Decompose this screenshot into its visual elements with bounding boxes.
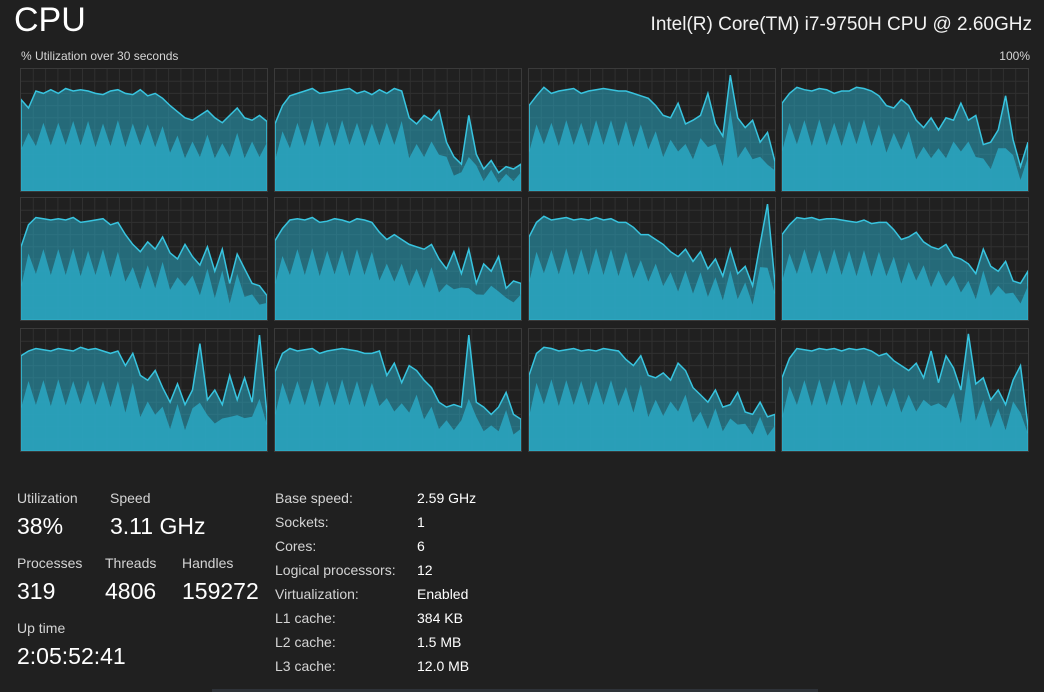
handles-label: Handles bbox=[182, 555, 234, 571]
cpu-graph-6[interactable] bbox=[528, 197, 776, 321]
speed-value: 3.11 GHz bbox=[110, 513, 206, 539]
cpu-graph-svg bbox=[782, 69, 1028, 191]
cpu-graph-svg bbox=[21, 198, 267, 320]
spec-label-base-speed: Base speed: bbox=[275, 490, 353, 506]
handles-value: 159272 bbox=[182, 578, 259, 604]
cpu-graph-3[interactable] bbox=[781, 68, 1029, 192]
threads-label: Threads bbox=[105, 555, 157, 571]
utilization-value: 38% bbox=[17, 513, 64, 539]
spec-value-logical-processors: 12 bbox=[417, 562, 433, 578]
cpu-graph-svg bbox=[529, 198, 775, 320]
spec-label-virtualization: Virtualization: bbox=[275, 586, 359, 602]
cpu-graph-svg bbox=[275, 198, 521, 320]
spec-value-l1-cache: 384 KB bbox=[417, 610, 463, 626]
cpu-graph-9[interactable] bbox=[274, 328, 522, 452]
cpu-graph-4[interactable] bbox=[20, 197, 268, 321]
utilization-label: Utilization bbox=[17, 490, 78, 506]
cpu-graph-11[interactable] bbox=[781, 328, 1029, 452]
speed-label: Speed bbox=[110, 490, 151, 506]
uptime-label: Up time bbox=[17, 620, 66, 636]
spec-label-l3-cache: L3 cache: bbox=[275, 658, 336, 674]
spec-value-cores: 6 bbox=[417, 538, 425, 554]
spec-label-l2-cache: L2 cache: bbox=[275, 634, 336, 650]
uptime-value: 2:05:52:41 bbox=[17, 643, 126, 669]
cpu-graph-7[interactable] bbox=[781, 197, 1029, 321]
processes-value: 319 bbox=[17, 578, 56, 604]
spec-value-l3-cache: 12.0 MB bbox=[417, 658, 470, 674]
cpu-graph-svg bbox=[21, 69, 267, 191]
cpu-graph-svg bbox=[529, 69, 775, 191]
cpu-graph-svg bbox=[782, 198, 1028, 320]
spec-value-l2-cache: 1.5 MB bbox=[417, 634, 462, 650]
spec-label-sockets: Sockets: bbox=[275, 514, 329, 530]
cpu-graph-svg bbox=[21, 329, 267, 451]
spec-label-l1-cache: L1 cache: bbox=[275, 610, 336, 626]
spec-label-cores: Cores: bbox=[275, 538, 317, 554]
cpu-graph-8[interactable] bbox=[20, 328, 268, 452]
cpu-graph-5[interactable] bbox=[274, 197, 522, 321]
cpu-graph-svg bbox=[782, 329, 1028, 451]
spec-label-logical-processors: Logical processors: bbox=[275, 562, 396, 578]
cpu-graph-svg bbox=[529, 329, 775, 451]
cpu-performance-panel: CPU Intel(R) Core(TM) i7-9750H CPU @ 2.6… bbox=[0, 0, 1044, 692]
spec-value-sockets: 1 bbox=[417, 514, 425, 530]
spec-value-base-speed: 2.59 GHz bbox=[417, 490, 477, 506]
spec-value-virtualization: Enabled bbox=[417, 586, 469, 602]
cpu-graph-0[interactable] bbox=[20, 68, 268, 192]
cpu-graph-svg bbox=[275, 329, 521, 451]
cpu-graph-2[interactable] bbox=[528, 68, 776, 192]
cpu-graph-10[interactable] bbox=[528, 328, 776, 452]
cpu-graph-1[interactable] bbox=[274, 68, 522, 192]
cpu-graph-svg bbox=[275, 69, 521, 191]
threads-value: 4806 bbox=[105, 578, 157, 604]
processes-label: Processes bbox=[17, 555, 83, 571]
logical-processor-graphs[interactable] bbox=[0, 0, 1044, 460]
